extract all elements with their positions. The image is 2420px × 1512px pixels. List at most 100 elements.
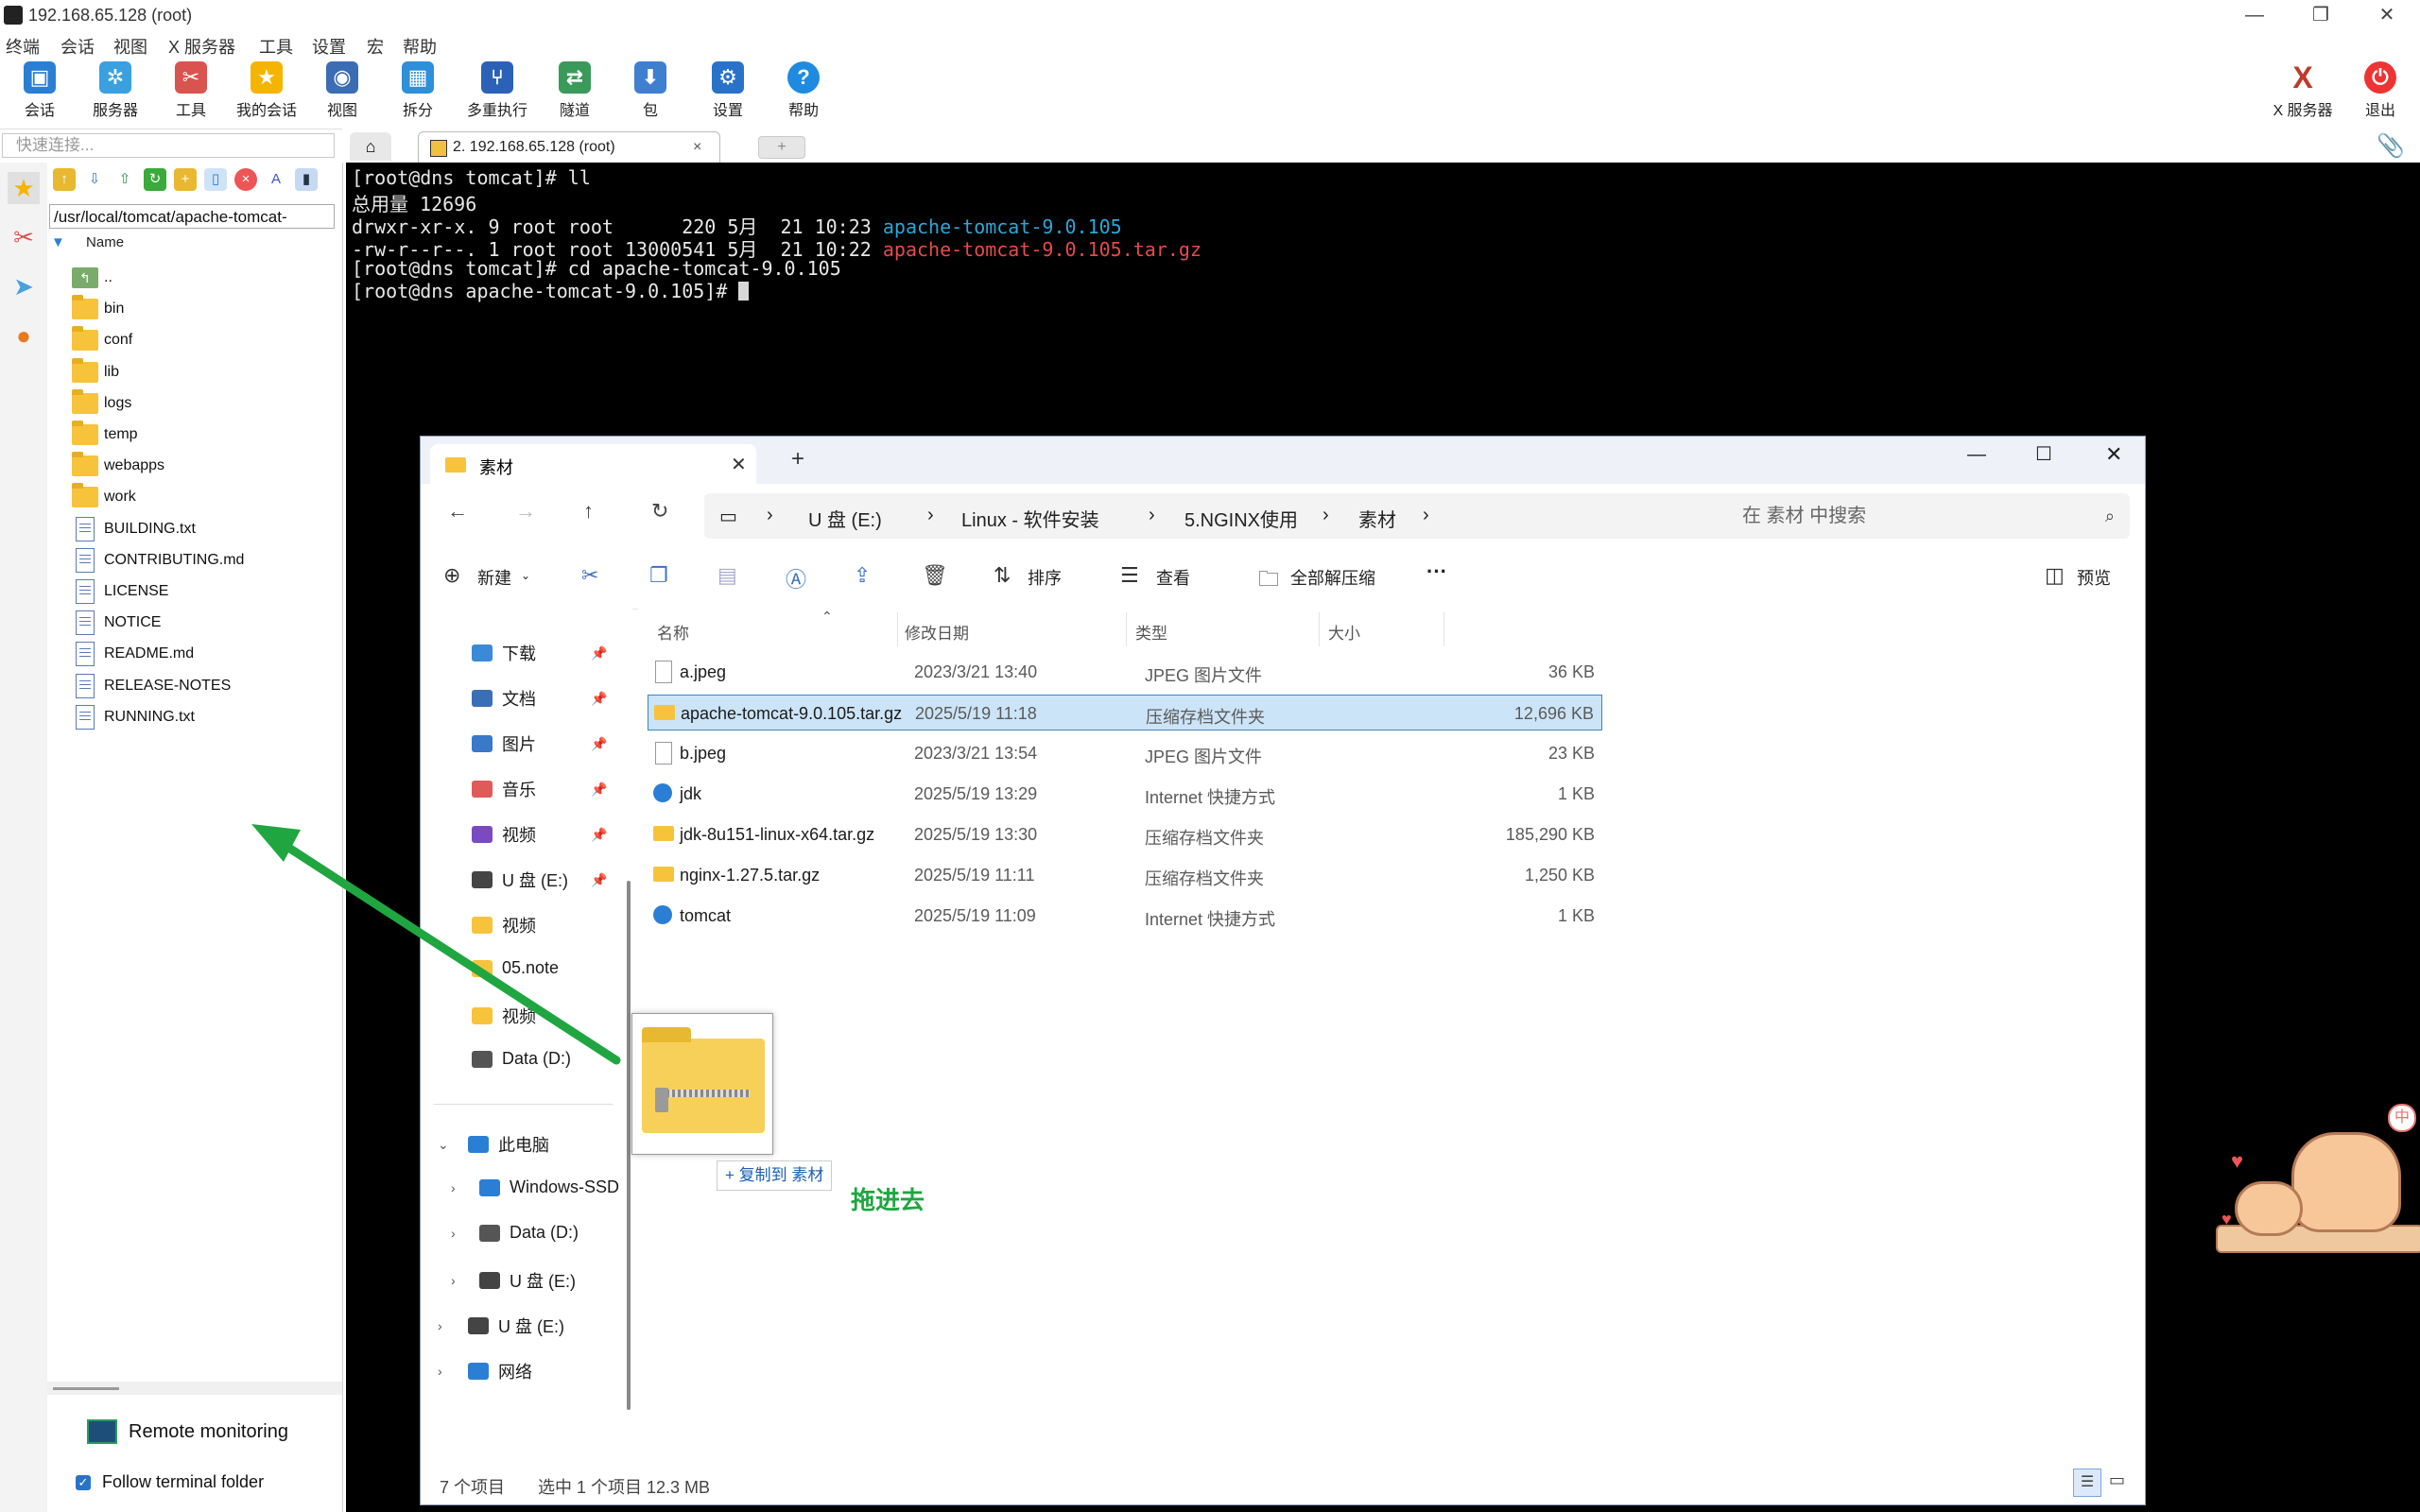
forward-arrow-icon[interactable]: →: [515, 499, 536, 524]
sessions-star-icon[interactable]: ★: [8, 172, 40, 204]
toolbar-tunnel-button[interactable]: ⇄ 隧道: [539, 61, 611, 120]
menu-terminal[interactable]: 终端: [6, 34, 40, 59]
up-arrow-icon[interactable]: ↑: [583, 499, 594, 524]
nav-item[interactable]: Data (D:): [472, 1049, 571, 1069]
pin-icon[interactable]: 📌: [591, 827, 607, 843]
sftp-item[interactable]: work: [72, 482, 136, 512]
pin-icon[interactable]: 📌: [591, 782, 607, 798]
chevron-right-icon[interactable]: ›: [451, 1226, 456, 1241]
file-row[interactable]: apache-tomcat-9.0.105.tar.gz 2025/5/19 11…: [648, 695, 1602, 730]
new-folder-icon[interactable]: +: [174, 168, 197, 191]
sftp-item[interactable]: lib: [72, 357, 119, 387]
remote-monitoring-button[interactable]: Remote monitoring: [87, 1419, 288, 1444]
chevron-right-icon[interactable]: ›: [438, 1364, 442, 1379]
file-row[interactable]: jdk 2025/5/19 13:29 Internet 快捷方式 1 KB: [648, 776, 1602, 812]
tiles-view-icon[interactable]: ▭: [2109, 1470, 2125, 1490]
new-file-icon[interactable]: ▯: [204, 168, 227, 191]
sftp-item[interactable]: conf: [72, 325, 132, 355]
file-row[interactable]: tomcat 2025/5/19 11:09 Internet 快捷方式 1 KB: [648, 898, 1602, 934]
refresh-icon[interactable]: ↻: [651, 499, 668, 524]
preview-button[interactable]: 预览: [2077, 565, 2111, 590]
toolbar-servers-button[interactable]: ✲ 服务器: [79, 61, 151, 120]
search-input[interactable]: 在 素材 中搜索 ⌕: [1721, 493, 2130, 539]
breadcrumb-item[interactable]: Linux - 软件安装: [961, 505, 1099, 532]
sftp-item[interactable]: NOTICE: [72, 608, 161, 638]
sftp-item[interactable]: LICENSE: [72, 576, 168, 607]
cut-icon[interactable]: ✂: [581, 563, 598, 588]
sftp-item[interactable]: webapps: [72, 451, 164, 481]
toolbar-my-sessions-button[interactable]: ★ 我的会话: [231, 61, 302, 120]
pin-icon[interactable]: 📌: [591, 872, 607, 888]
refresh-icon[interactable]: ↻: [144, 168, 166, 191]
delete-icon[interactable]: 🗑: [922, 563, 948, 588]
sftp-path-input[interactable]: /usr/local/tomcat/apache-tomcat-: [49, 204, 335, 229]
rename-icon[interactable]: Ⓐ: [786, 563, 806, 593]
nav-item[interactable]: 图片 📌: [472, 731, 607, 756]
view-button[interactable]: 查看: [1156, 565, 1190, 590]
pin-icon[interactable]: 📌: [591, 736, 607, 752]
extract-all-button[interactable]: 全部解压缩: [1290, 565, 1375, 590]
follow-terminal-folder-checkbox[interactable]: ✓ Follow terminal folder: [76, 1472, 264, 1492]
nav-item[interactable]: U 盘 (E:) 📌: [472, 868, 607, 892]
send-side-icon[interactable]: ➤: [8, 270, 40, 302]
nav-item[interactable]: 视频: [472, 913, 536, 937]
sftp-item[interactable]: temp: [72, 420, 138, 450]
column-header-type[interactable]: 类型: [1135, 620, 1167, 644]
pin-icon[interactable]: 📌: [591, 691, 607, 707]
nav-item[interactable]: 视频 📌: [472, 822, 607, 847]
toolbar-tools-button[interactable]: ✂ 工具: [155, 61, 227, 120]
explorer-tab[interactable]: 素材 ✕: [430, 444, 756, 484]
new-button[interactable]: 新建: [477, 565, 511, 590]
pin-icon[interactable]: 📌: [591, 645, 607, 662]
download-icon[interactable]: ⇩: [83, 168, 106, 191]
breadcrumb-item[interactable]: U 盘 (E:): [808, 505, 882, 532]
details-view-icon[interactable]: ☰: [2073, 1469, 2101, 1497]
nav-item[interactable]: 下载 📌: [472, 641, 607, 665]
sftp-column-header[interactable]: ▼ Name: [51, 234, 124, 250]
back-arrow-icon[interactable]: ←: [447, 499, 468, 524]
nav-item[interactable]: 音乐 📌: [472, 777, 607, 801]
nav-item[interactable]: 文档 📌: [472, 686, 607, 711]
paste-icon[interactable]: ▤: [717, 563, 737, 588]
panel-splitter[interactable]: [47, 1382, 342, 1395]
breadcrumb[interactable]: ▭ › U 盘 (E:) › Linux - 软件安装 › 5.NGINX使用 …: [704, 493, 1782, 539]
toolbar-xserver-button[interactable]: XX 服务器: [2267, 60, 2339, 120]
file-row[interactable]: jdk-8u151-linux-x64.tar.gz 2025/5/19 13:3…: [648, 816, 1602, 852]
toolbar-help-button[interactable]: ? 帮助: [768, 61, 839, 120]
attachment-icon[interactable]: 📎: [2377, 132, 2405, 160]
column-header-name[interactable]: 名称: [657, 620, 689, 644]
breadcrumb-item[interactable]: 5.NGINX使用: [1184, 505, 1298, 532]
sftp-item[interactable]: RUNNING.txt: [72, 702, 195, 732]
breadcrumb-item[interactable]: 素材: [1358, 505, 1396, 532]
settings-side-icon[interactable]: ▮: [295, 168, 318, 191]
nav-item[interactable]: ⌄ 此电脑: [438, 1132, 549, 1157]
nav-item[interactable]: 05.note: [472, 958, 559, 978]
chevron-right-icon[interactable]: ›: [451, 1180, 456, 1195]
toolbar-split-button[interactable]: ▦ 拆分: [382, 61, 454, 120]
nav-item[interactable]: › U 盘 (E:): [423, 1302, 617, 1346]
nav-item[interactable]: › U 盘 (E:): [451, 1268, 576, 1293]
sftp-item[interactable]: bin: [72, 294, 124, 324]
toolbar-packages-button[interactable]: ⬇ 包: [614, 61, 686, 120]
nav-item[interactable]: › 网络: [438, 1359, 532, 1383]
session-tab[interactable]: 2. 192.168.65.128 (root) ×: [418, 131, 720, 163]
explorer-close-button[interactable]: ✕: [2105, 442, 2122, 467]
tools-side-icon[interactable]: ✂: [8, 221, 40, 253]
sftp-item[interactable]: ↰..: [72, 263, 112, 293]
menu-help[interactable]: 帮助: [403, 34, 437, 59]
new-tab-icon[interactable]: +: [791, 446, 804, 472]
minimize-button[interactable]: —: [2221, 0, 2288, 31]
home-tab[interactable]: ⌂: [350, 132, 391, 161]
menu-settings[interactable]: 设置: [312, 34, 346, 59]
share-icon[interactable]: ⇪: [854, 563, 871, 588]
column-header-date[interactable]: 修改日期: [905, 620, 969, 644]
close-tab-icon[interactable]: ✕: [731, 453, 747, 476]
menu-session[interactable]: 会话: [60, 34, 95, 59]
file-row[interactable]: nginx-1.27.5.tar.gz 2025/5/19 11:11 压缩存档文件…: [648, 857, 1602, 893]
sftp-side-icon[interactable]: ●: [8, 319, 40, 352]
menu-macro[interactable]: 宏: [367, 34, 384, 59]
menu-view[interactable]: 视图: [113, 34, 147, 59]
explorer-minimize-button[interactable]: —: [1967, 444, 1986, 466]
rename-icon[interactable]: A: [265, 168, 287, 191]
explorer-maximize-button[interactable]: ☐: [2035, 442, 2052, 466]
